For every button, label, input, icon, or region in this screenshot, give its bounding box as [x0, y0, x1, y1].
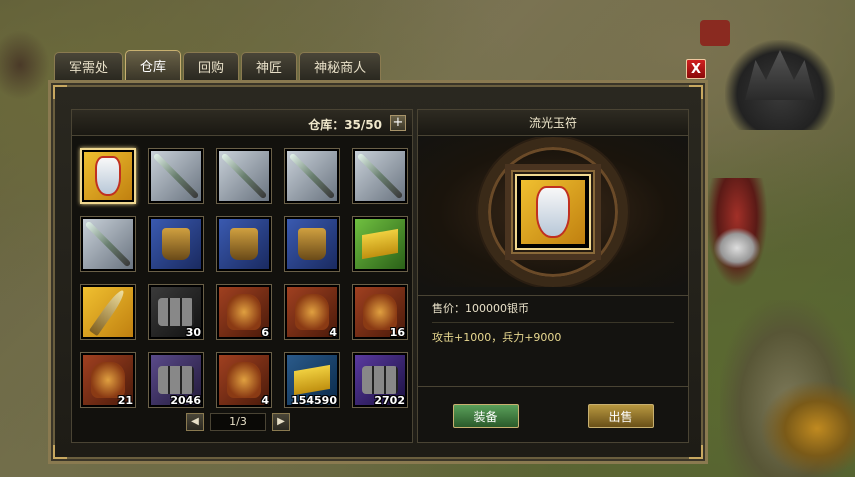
jade-pendant-icon: [84, 152, 132, 200]
tab-craftsman[interactable]: 神匠: [241, 52, 298, 80]
inventory-slot[interactable]: 4: [216, 352, 272, 408]
jade-pendant-icon: [521, 180, 585, 244]
warehouse-panel: 仓库：35/50 + 30 6 4 16 21 2046 4 154590 2702 ◀ 1/3…: [48, 80, 708, 464]
inventory-slot[interactable]: [284, 216, 340, 272]
inventory-slot[interactable]: [284, 148, 340, 204]
corner-ornament: [53, 445, 67, 459]
boots-icon: [287, 219, 337, 269]
item-count: 4: [329, 326, 337, 339]
tab-bar: 军需处 仓库 回购 神匠 神秘商人: [54, 50, 382, 80]
item-count: 6: [261, 326, 269, 339]
inventory-slot[interactable]: 6: [216, 284, 272, 340]
item-actions: 装备 出售: [418, 404, 688, 428]
tab-mysterious-merchant[interactable]: 神秘商人: [299, 52, 382, 80]
spear-icon: [355, 151, 405, 201]
pager: ◀ 1/3 ▶: [186, 413, 290, 431]
inventory-slot[interactable]: [216, 148, 272, 204]
item-count: 30: [185, 326, 201, 339]
boots-icon: [151, 219, 201, 269]
next-page-button[interactable]: ▶: [272, 413, 290, 431]
spear-icon: [287, 151, 337, 201]
inventory-section: 仓库：35/50 + 30 6 4 16 21 2046 4 154590 2702 ◀ 1/3…: [71, 109, 413, 443]
item-showcase: [418, 137, 688, 287]
inventory-slot[interactable]: [216, 216, 272, 272]
item-info: 售价：100000银币 攻击+1000，兵力+9000: [418, 295, 688, 387]
item-name: 流光玉符: [418, 110, 688, 136]
sell-button[interactable]: 出售: [587, 404, 654, 428]
spear-icon: [151, 151, 201, 201]
corner-ornament: [689, 85, 703, 99]
inventory-slot[interactable]: [148, 216, 204, 272]
item-count: 154590: [291, 394, 337, 407]
warrior-character: [706, 178, 768, 288]
inventory-slot[interactable]: 2046: [148, 352, 204, 408]
boots-icon: [219, 219, 269, 269]
item-count: 16: [389, 326, 405, 339]
item-count: 2046: [170, 394, 201, 407]
flag-icon: [355, 219, 405, 269]
inventory-slot[interactable]: 16: [352, 284, 408, 340]
inventory-slot[interactable]: [80, 148, 136, 204]
tent-scenery: [0, 30, 50, 100]
tab-warehouse[interactable]: 仓库: [125, 50, 182, 80]
inventory-slot[interactable]: [80, 284, 136, 340]
item-count: 2702: [374, 394, 405, 407]
inventory-slot[interactable]: 4: [284, 284, 340, 340]
inventory-slot[interactable]: 154590: [284, 352, 340, 408]
item-count: 21: [117, 394, 133, 407]
page-indicator: 1/3: [210, 413, 266, 431]
inventory-slot[interactable]: 21: [80, 352, 136, 408]
inventory-slot[interactable]: [80, 216, 136, 272]
inventory-header: 仓库：35/50 +: [72, 110, 412, 136]
item-stats: 攻击+1000，兵力+9000: [432, 331, 562, 344]
inventory-slot[interactable]: 2702: [352, 352, 408, 408]
expand-capacity-button[interactable]: +: [390, 115, 406, 131]
inventory-slot[interactable]: [148, 148, 204, 204]
corner-ornament: [689, 445, 703, 459]
spear-icon: [219, 151, 269, 201]
corner-ornament: [53, 85, 67, 99]
fortress-scenery: [725, 40, 835, 130]
blade-icon: [83, 287, 133, 337]
item-count: 4: [261, 394, 269, 407]
item-grid: 30 6 4 16 21 2046 4 154590 2702: [80, 148, 408, 408]
inventory-slot[interactable]: [352, 148, 408, 204]
inventory-slot[interactable]: [352, 216, 408, 272]
tab-buyback[interactable]: 回购: [183, 52, 240, 80]
capacity-label: 仓库：35/50: [308, 118, 382, 132]
item-price: 售价：100000银币: [432, 300, 674, 323]
autumn-tree-scenery: [760, 380, 855, 477]
equip-button[interactable]: 装备: [452, 404, 519, 428]
tab-military-supply[interactable]: 军需处: [54, 52, 124, 80]
selected-item-preview: [515, 174, 591, 250]
close-button[interactable]: X: [686, 59, 706, 79]
prev-page-button[interactable]: ◀: [186, 413, 204, 431]
item-detail-section: 流光玉符 售价：100000银币 攻击+1000，兵力+9000 装备 出售: [417, 109, 689, 443]
inventory-slot[interactable]: 30: [148, 284, 204, 340]
spear-icon: [83, 219, 133, 269]
